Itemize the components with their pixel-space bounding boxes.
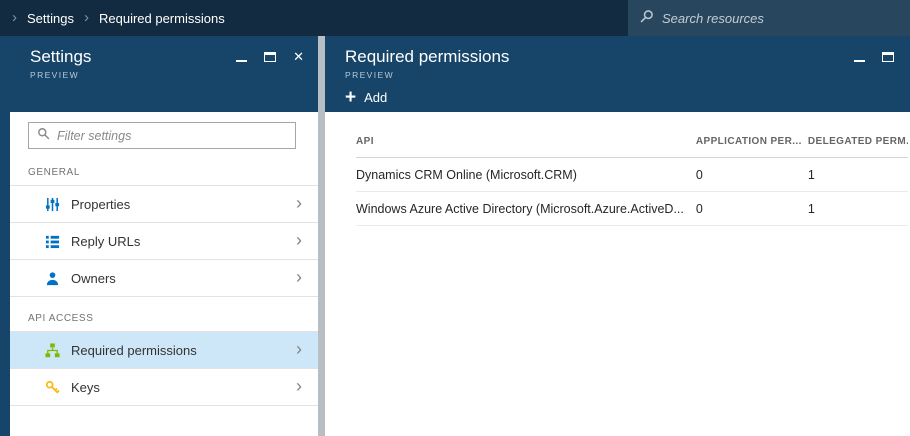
cell-delegated-permissions: 1 [808, 202, 908, 216]
breadcrumb-settings[interactable]: Settings [27, 11, 74, 26]
sidebar-item-label: Required permissions [71, 343, 197, 358]
permissions-window-controls: ✕ [854, 50, 910, 63]
blades-container: Settings PREVIEW ✕ [0, 36, 910, 436]
add-button-label: Add [364, 90, 387, 105]
section-label-general: GENERAL [10, 151, 318, 185]
chevron-right-icon: › [296, 377, 302, 395]
global-search[interactable] [628, 0, 910, 36]
column-header-application-permissions: APPLICATION PER... [696, 136, 808, 147]
cell-api: Windows Azure Active Directory (Microsof… [356, 202, 696, 216]
permissions-blade-title: Required permissions [345, 47, 910, 67]
chevron-right-icon: › [296, 194, 302, 212]
sidebar-item-required-permissions[interactable]: Required permissions › [10, 331, 318, 368]
settings-window-controls: ✕ [236, 50, 304, 63]
chevron-right-icon: › [296, 231, 302, 249]
chevron-right-icon: › [296, 268, 302, 286]
required-permissions-blade: Required permissions PREVIEW + Add ✕ API… [325, 36, 910, 436]
sidebar-item-reply-urls[interactable]: Reply URLs › [10, 222, 318, 259]
table-header-row: API APPLICATION PER... DELEGATED PERM... [356, 126, 908, 158]
settings-blade-body: GENERAL Properties › [0, 112, 318, 436]
add-icon: + [345, 89, 356, 106]
chevron-right-icon: › [84, 10, 89, 25]
sliders-icon [44, 196, 60, 212]
blade-left-rail [0, 112, 10, 436]
filter-settings-box[interactable] [28, 122, 296, 149]
sitemap-icon [44, 342, 60, 358]
maximize-icon[interactable] [882, 52, 894, 62]
table-row[interactable]: Dynamics CRM Online (Microsoft.CRM) 0 1 [356, 158, 908, 192]
cell-application-permissions: 0 [696, 168, 808, 182]
cell-delegated-permissions: 1 [808, 168, 908, 182]
key-icon [44, 379, 60, 395]
nav-group-api-access: Required permissions › Keys › [10, 331, 318, 406]
search-icon [640, 9, 654, 28]
search-input[interactable] [662, 11, 898, 26]
settings-blade: Settings PREVIEW ✕ [0, 36, 318, 436]
maximize-icon[interactable] [264, 52, 276, 62]
sidebar-item-keys[interactable]: Keys › [10, 368, 318, 405]
permissions-blade-header: Required permissions PREVIEW + Add ✕ [325, 36, 910, 112]
permissions-blade-body: API APPLICATION PER... DELEGATED PERM...… [325, 112, 910, 436]
permissions-table: API APPLICATION PER... DELEGATED PERM...… [356, 126, 908, 226]
preview-badge: PREVIEW [30, 70, 304, 80]
nav-group-general: Properties › Reply URLs › [10, 185, 318, 297]
settings-content: GENERAL Properties › [10, 112, 318, 436]
close-icon[interactable]: ✕ [293, 50, 304, 63]
minimize-icon[interactable] [236, 60, 247, 62]
sidebar-item-properties[interactable]: Properties › [10, 185, 318, 222]
sidebar-item-label: Owners [71, 271, 116, 286]
column-header-api: API [356, 136, 696, 147]
sidebar-item-owners[interactable]: Owners › [10, 259, 318, 296]
preview-badge: PREVIEW [345, 70, 910, 80]
search-icon [37, 127, 50, 145]
minimize-icon[interactable] [854, 60, 865, 62]
filter-settings-input[interactable] [57, 129, 287, 143]
add-button[interactable]: + Add [345, 89, 387, 106]
chevron-right-icon: › [12, 10, 17, 25]
person-icon [44, 270, 60, 286]
sidebar-item-label: Properties [71, 197, 130, 212]
section-label-api-access: API ACCESS [10, 297, 318, 331]
top-bar: › Settings › Required permissions [0, 0, 910, 36]
sidebar-item-label: Reply URLs [71, 234, 140, 249]
settings-blade-header: Settings PREVIEW ✕ [0, 36, 318, 112]
chevron-right-icon: › [296, 340, 302, 358]
cell-api: Dynamics CRM Online (Microsoft.CRM) [356, 168, 696, 182]
list-icon [44, 233, 60, 249]
breadcrumb: › Settings › Required permissions [0, 0, 225, 36]
breadcrumb-required-permissions[interactable]: Required permissions [99, 11, 225, 26]
table-row[interactable]: Windows Azure Active Directory (Microsof… [356, 192, 908, 226]
column-header-delegated-permissions: DELEGATED PERM... [808, 136, 908, 147]
sidebar-item-label: Keys [71, 380, 100, 395]
cell-application-permissions: 0 [696, 202, 808, 216]
